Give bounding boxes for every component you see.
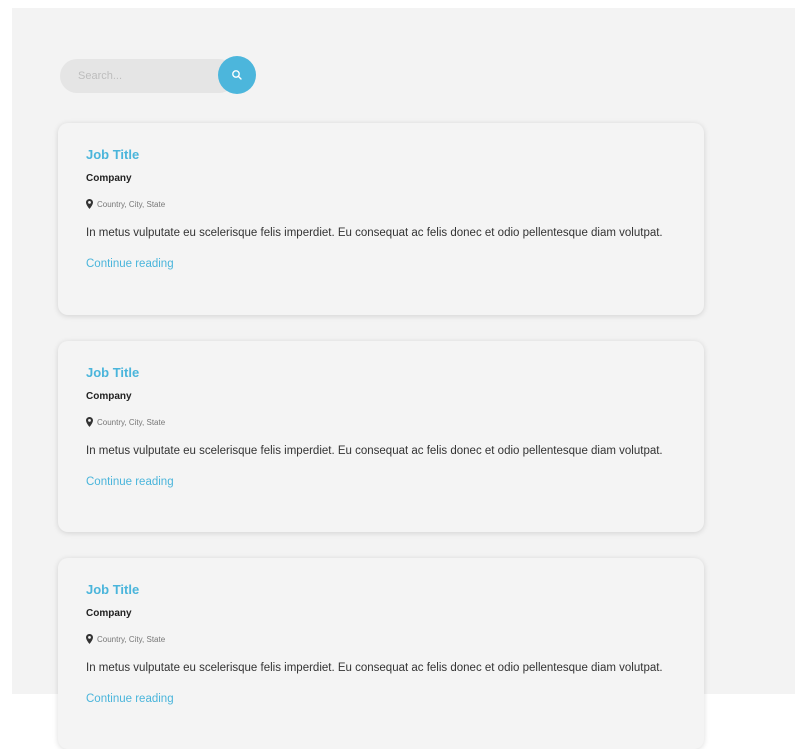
description-text: In metus vulputate eu scelerisque felis … [86, 227, 663, 239]
job-card: Job Title Company Country, City, State I… [58, 558, 704, 749]
company-name: Company [86, 391, 132, 402]
description-text: In metus vulputate eu scelerisque felis … [86, 445, 663, 457]
continue-reading-link[interactable]: Continue reading [86, 476, 174, 488]
page-canvas: Job Title Company Country, City, State I… [12, 8, 795, 749]
job-title-link[interactable]: Job Title [86, 582, 139, 597]
job-card: Job Title Company Country, City, State I… [58, 341, 704, 532]
continue-reading-link[interactable]: Continue reading [86, 693, 174, 705]
map-pin-icon [86, 634, 93, 644]
continue-reading-link[interactable]: Continue reading [86, 258, 174, 270]
search-button[interactable] [218, 56, 256, 94]
search-field [60, 59, 236, 93]
job-card: Job Title Company Country, City, State I… [58, 123, 704, 315]
location-text: Country, City, State [97, 417, 166, 427]
job-description: In metus vulputate eu scelerisque felis … [86, 653, 676, 715]
search-icon [231, 69, 243, 81]
search-input[interactable] [78, 59, 218, 93]
job-title-link[interactable]: Job Title [86, 365, 139, 380]
map-pin-icon [86, 417, 93, 427]
location-text: Country, City, State [97, 634, 166, 644]
job-description: In metus vulputate eu scelerisque felis … [86, 218, 676, 280]
location-text: Country, City, State [97, 199, 166, 209]
job-description: In metus vulputate eu scelerisque felis … [86, 436, 676, 498]
job-location: Country, City, State [86, 417, 165, 427]
job-location: Country, City, State [86, 199, 165, 209]
company-name: Company [86, 608, 132, 619]
search-bar [60, 56, 256, 94]
map-pin-icon [86, 199, 93, 209]
job-title-link[interactable]: Job Title [86, 147, 139, 162]
job-location: Country, City, State [86, 634, 165, 644]
company-name: Company [86, 173, 132, 184]
description-text: In metus vulputate eu scelerisque felis … [86, 662, 663, 674]
